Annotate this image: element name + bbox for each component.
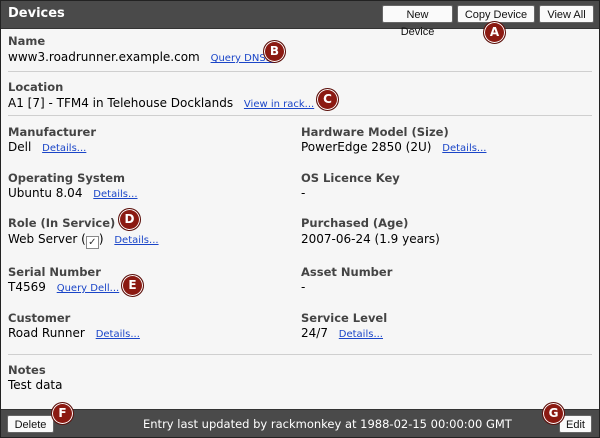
os-licence-label: OS Licence Key xyxy=(301,171,400,185)
divider xyxy=(8,71,592,72)
divider xyxy=(8,354,592,355)
asset-label: Asset Number xyxy=(301,265,393,279)
annotation-badge-g: G xyxy=(542,402,565,425)
service-level-row: 24/7 Details... xyxy=(301,326,383,340)
page-title: Devices xyxy=(8,6,65,21)
name-label: Name xyxy=(8,34,46,48)
os-licence-value: - xyxy=(301,186,306,200)
asset-value: - xyxy=(301,280,306,294)
hardware-model-row: PowerEdge 2850 (2U) Details... xyxy=(301,140,486,154)
location-label: Location xyxy=(8,80,64,94)
manufacturer-row: Dell Details... xyxy=(8,140,86,154)
last-updated-text: Entry last updated by rackmonkey at 1988… xyxy=(143,417,512,431)
annotation-badge-b: B xyxy=(263,40,286,63)
device-panel: Devices New Device Copy Device View All … xyxy=(0,0,600,438)
service-level-label: Service Level xyxy=(301,311,388,325)
hardware-model-label: Hardware Model (Size) xyxy=(301,125,449,139)
annotation-badge-e: E xyxy=(121,274,144,297)
annotation-badge-c: C xyxy=(316,88,339,111)
panel-footer: Delete Entry last updated by rackmonkey … xyxy=(1,409,599,437)
purchased-label: Purchased (Age) xyxy=(301,216,409,230)
location-row: A1 [7] - TFM4 in Telehouse Docklands Vie… xyxy=(8,96,314,110)
role-details-link[interactable]: Details... xyxy=(114,235,158,246)
serial-label: Serial Number xyxy=(8,265,101,279)
name-value: www3.roadrunner.example.com xyxy=(8,50,200,64)
service-level-value: 24/7 xyxy=(301,326,328,340)
in-service-checkbox: ✓ xyxy=(85,236,99,249)
location-value: A1 [7] - TFM4 in Telehouse Docklands xyxy=(8,96,234,110)
delete-button[interactable]: Delete xyxy=(7,415,54,433)
role-row: Web Server (✓) Details... xyxy=(8,232,159,249)
os-row: Ubuntu 8.04 Details... xyxy=(8,186,138,200)
manufacturer-label: Manufacturer xyxy=(8,125,96,139)
customer-label: Customer xyxy=(8,311,71,325)
notes-value: Test data xyxy=(8,378,63,392)
serial-row: T4569 Query Dell... xyxy=(8,280,119,294)
role-value: Web Server ( xyxy=(8,232,86,246)
annotation-badge-d: D xyxy=(118,208,141,231)
query-dell-link[interactable]: Query Dell... xyxy=(57,283,120,294)
manufacturer-value: Dell xyxy=(8,140,32,154)
view-in-rack-link[interactable]: View in rack... xyxy=(244,99,314,110)
view-all-button[interactable]: View All xyxy=(539,5,594,23)
os-label: Operating System xyxy=(8,171,126,185)
divider xyxy=(8,115,592,116)
customer-value: Road Runner xyxy=(8,326,85,340)
name-row: www3.roadrunner.example.com Query DNS... xyxy=(8,50,275,64)
panel-header: Devices New Device Copy Device View All xyxy=(1,1,599,38)
os-value: Ubuntu 8.04 xyxy=(8,186,83,200)
customer-row: Road Runner Details... xyxy=(8,326,140,340)
purchased-value: 2007-06-24 (1.9 years) xyxy=(301,232,440,246)
role-label: Role (In Service) xyxy=(8,216,116,230)
serial-value: T4569 xyxy=(8,280,46,294)
role-value-end: ) xyxy=(98,232,104,246)
hardware-model-details-link[interactable]: Details... xyxy=(442,143,486,154)
annotation-badge-a: A xyxy=(483,21,506,44)
hardware-model-value: PowerEdge 2850 (2U) xyxy=(301,140,432,154)
manufacturer-details-link[interactable]: Details... xyxy=(42,143,86,154)
customer-details-link[interactable]: Details... xyxy=(96,329,140,340)
new-device-button[interactable]: New Device xyxy=(382,5,453,38)
notes-label: Notes xyxy=(8,363,46,377)
annotation-badge-f: F xyxy=(51,402,74,425)
device-details: Name www3.roadrunner.example.com Query D… xyxy=(1,29,599,409)
os-details-link[interactable]: Details... xyxy=(93,189,137,200)
service-level-details-link[interactable]: Details... xyxy=(339,329,383,340)
